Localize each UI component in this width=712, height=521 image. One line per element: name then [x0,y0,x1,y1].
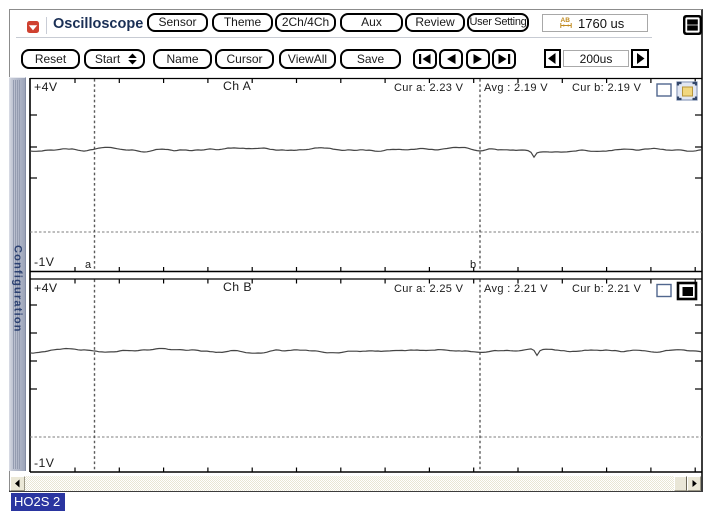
svg-text:-1V: -1V [34,255,55,269]
svg-text:+4V: +4V [34,80,58,94]
svg-text:Cur a: 2.25 V: Cur a: 2.25 V [394,283,464,295]
svg-text:Avg : 2.21 V: Avg : 2.21 V [484,283,548,295]
svg-text:Cur b: 2.19 V: Cur b: 2.19 V [572,82,642,94]
svg-text:+4V: +4V [34,281,58,295]
svg-text:Ch A: Ch A [223,79,252,93]
svg-text:Cur b: 2.21 V: Cur b: 2.21 V [572,283,642,295]
svg-text:b: b [470,259,476,271]
svg-text:-1V: -1V [34,456,55,470]
svg-text:Avg : 2.19 V: Avg : 2.19 V [484,82,548,94]
svg-text:Cur a: 2.23 V: Cur a: 2.23 V [394,82,464,94]
svg-text:a: a [85,259,92,271]
svg-text:Ch B: Ch B [223,280,252,294]
